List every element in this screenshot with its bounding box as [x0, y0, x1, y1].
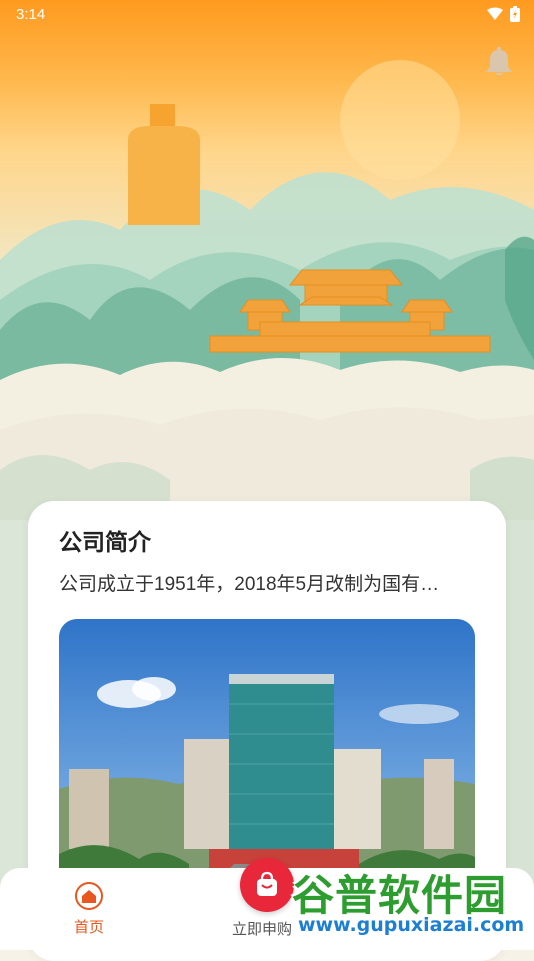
wifi-icon [487, 7, 503, 20]
status-time: 3:14 [16, 5, 46, 23]
card-description: 公司成立于1951年，2018年5月改制为国有… [59, 574, 440, 595]
buy-now-fab[interactable] [240, 858, 294, 912]
watermark: 谷普软件园 www.gupuxiazai.com [292, 862, 528, 946]
card-title: 公司简介 [59, 529, 151, 555]
nav-home-label: 首页 [73, 919, 104, 936]
battery-icon [510, 6, 520, 22]
watermark-url: www.gupuxiazai.com [298, 914, 525, 936]
nav-buy-now[interactable]: 立即申购 [232, 918, 292, 939]
bell-icon[interactable] [484, 46, 514, 78]
nav-home[interactable]: 首页 [60, 882, 118, 937]
home-icon [75, 882, 103, 910]
shopping-bag-icon [257, 871, 277, 896]
status-bar: 3:14 [0, 0, 534, 28]
nav-buy-label: 立即申购 [232, 921, 293, 938]
status-icons [486, 6, 520, 22]
